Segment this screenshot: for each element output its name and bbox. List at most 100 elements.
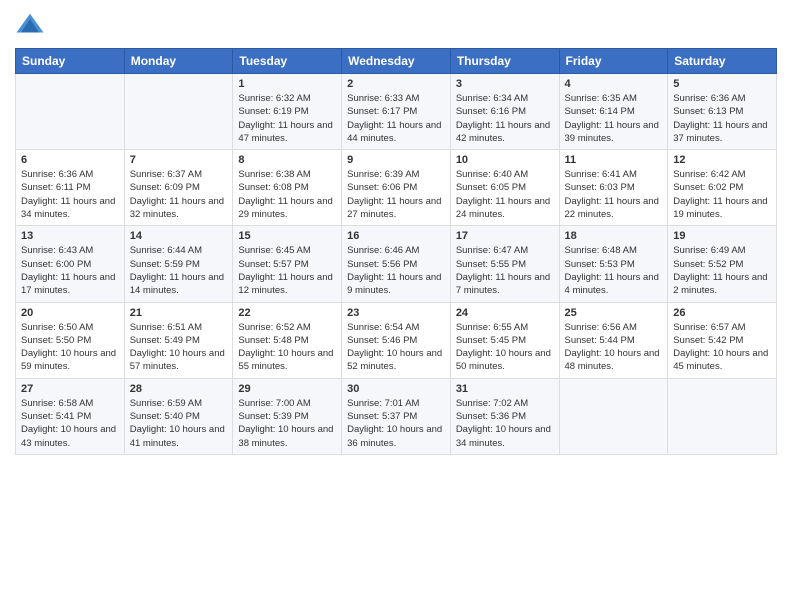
- header-thursday: Thursday: [450, 49, 559, 74]
- day-detail: Sunrise: 7:01 AMSunset: 5:37 PMDaylight:…: [347, 397, 445, 450]
- calendar-cell: 9 Sunrise: 6:39 AMSunset: 6:06 PMDaylight…: [342, 150, 451, 226]
- day-number: 13: [21, 230, 119, 242]
- day-detail: Sunrise: 6:54 AMSunset: 5:46 PMDaylight:…: [347, 321, 445, 374]
- calendar-cell: 19 Sunrise: 6:49 AMSunset: 5:52 PMDayligh…: [668, 226, 777, 302]
- day-number: 18: [565, 230, 663, 242]
- calendar-cell: 18 Sunrise: 6:48 AMSunset: 5:53 PMDayligh…: [559, 226, 668, 302]
- calendar-cell: 14Sunrise: 6:44 AMSunset: 5:59 PMDayligh…: [124, 226, 233, 302]
- day-number: 28: [130, 383, 228, 395]
- calendar-cell: 26 Sunrise: 6:57 AMSunset: 5:42 PMDayligh…: [668, 302, 777, 378]
- day-number: 15: [238, 230, 336, 242]
- day-detail: Sunrise: 6:37 AMSunset: 6:09 PMDaylight:…: [130, 168, 228, 221]
- day-detail: Sunrise: 6:50 AMSunset: 5:50 PMDaylight:…: [21, 321, 119, 374]
- calendar-cell: 17 Sunrise: 6:47 AMSunset: 5:55 PMDayligh…: [450, 226, 559, 302]
- day-detail: Sunrise: 6:59 AMSunset: 5:40 PMDaylight:…: [130, 397, 228, 450]
- day-detail: Sunrise: 6:34 AMSunset: 6:16 PMDaylight:…: [456, 92, 554, 145]
- day-detail: Sunrise: 7:02 AMSunset: 5:36 PMDaylight:…: [456, 397, 554, 450]
- calendar-table: SundayMondayTuesdayWednesdayThursdayFrid…: [15, 48, 777, 455]
- day-detail: Sunrise: 6:33 AMSunset: 6:17 PMDaylight:…: [347, 92, 445, 145]
- day-detail: Sunrise: 6:57 AMSunset: 5:42 PMDaylight:…: [673, 321, 771, 374]
- day-detail: Sunrise: 7:00 AMSunset: 5:39 PMDaylight:…: [238, 397, 336, 450]
- week-row-4: 20 Sunrise: 6:50 AMSunset: 5:50 PMDayligh…: [16, 302, 777, 378]
- day-number: 30: [347, 383, 445, 395]
- day-detail: Sunrise: 6:44 AMSunset: 5:59 PMDaylight:…: [130, 244, 228, 297]
- day-detail: Sunrise: 6:40 AMSunset: 6:05 PMDaylight:…: [456, 168, 554, 221]
- day-number: 17: [456, 230, 554, 242]
- day-detail: Sunrise: 6:47 AMSunset: 5:55 PMDaylight:…: [456, 244, 554, 297]
- calendar-cell: 30 Sunrise: 7:01 AMSunset: 5:37 PMDayligh…: [342, 378, 451, 454]
- day-number: 21: [130, 307, 228, 319]
- day-number: 27: [21, 383, 119, 395]
- day-detail: Sunrise: 6:42 AMSunset: 6:02 PMDaylight:…: [673, 168, 771, 221]
- day-detail: Sunrise: 6:45 AMSunset: 5:57 PMDaylight:…: [238, 244, 336, 297]
- day-detail: Sunrise: 6:49 AMSunset: 5:52 PMDaylight:…: [673, 244, 771, 297]
- day-number: 2: [347, 78, 445, 90]
- week-row-3: 13 Sunrise: 6:43 AMSunset: 6:00 PMDayligh…: [16, 226, 777, 302]
- day-number: 9: [347, 154, 445, 166]
- day-detail: Sunrise: 6:43 AMSunset: 6:00 PMDaylight:…: [21, 244, 119, 297]
- day-number: 24: [456, 307, 554, 319]
- day-number: 26: [673, 307, 771, 319]
- day-number: 7: [130, 154, 228, 166]
- calendar-cell: 10Sunrise: 6:40 AMSunset: 6:05 PMDayligh…: [450, 150, 559, 226]
- day-detail: Sunrise: 6:51 AMSunset: 5:49 PMDaylight:…: [130, 321, 228, 374]
- day-number: 25: [565, 307, 663, 319]
- calendar-cell: 21 Sunrise: 6:51 AMSunset: 5:49 PMDayligh…: [124, 302, 233, 378]
- day-number: 6: [21, 154, 119, 166]
- calendar-cell: 11 Sunrise: 6:41 AMSunset: 6:03 PMDayligh…: [559, 150, 668, 226]
- header-monday: Monday: [124, 49, 233, 74]
- calendar-cell: 28 Sunrise: 6:59 AMSunset: 5:40 PMDayligh…: [124, 378, 233, 454]
- calendar-cell: 23 Sunrise: 6:54 AMSunset: 5:46 PMDayligh…: [342, 302, 451, 378]
- day-detail: Sunrise: 6:38 AMSunset: 6:08 PMDaylight:…: [238, 168, 336, 221]
- header-saturday: Saturday: [668, 49, 777, 74]
- calendar-cell: 7 Sunrise: 6:37 AMSunset: 6:09 PMDaylight…: [124, 150, 233, 226]
- day-detail: Sunrise: 6:41 AMSunset: 6:03 PMDaylight:…: [565, 168, 663, 221]
- day-detail: Sunrise: 6:35 AMSunset: 6:14 PMDaylight:…: [565, 92, 663, 145]
- calendar-cell: 25Sunrise: 6:56 AMSunset: 5:44 PMDayligh…: [559, 302, 668, 378]
- day-detail: Sunrise: 6:36 AMSunset: 6:11 PMDaylight:…: [21, 168, 119, 221]
- calendar-cell: 29 Sunrise: 7:00 AMSunset: 5:39 PMDayligh…: [233, 378, 342, 454]
- day-detail: Sunrise: 6:36 AMSunset: 6:13 PMDaylight:…: [673, 92, 771, 145]
- day-number: 11: [565, 154, 663, 166]
- day-number: 20: [21, 307, 119, 319]
- day-detail: Sunrise: 6:58 AMSunset: 5:41 PMDaylight:…: [21, 397, 119, 450]
- calendar-cell: [559, 378, 668, 454]
- day-detail: Sunrise: 6:39 AMSunset: 6:06 PMDaylight:…: [347, 168, 445, 221]
- calendar-cell: 27 Sunrise: 6:58 AMSunset: 5:41 PMDayligh…: [16, 378, 125, 454]
- header: [15, 10, 777, 40]
- calendar-cell: 22Sunrise: 6:52 AMSunset: 5:48 PMDayligh…: [233, 302, 342, 378]
- day-number: 19: [673, 230, 771, 242]
- header-friday: Friday: [559, 49, 668, 74]
- calendar-cell: 16 Sunrise: 6:46 AMSunset: 5:56 PMDayligh…: [342, 226, 451, 302]
- day-number: 16: [347, 230, 445, 242]
- header-sunday: Sunday: [16, 49, 125, 74]
- calendar-header-row: SundayMondayTuesdayWednesdayThursdayFrid…: [16, 49, 777, 74]
- day-number: 4: [565, 78, 663, 90]
- day-number: 1: [238, 78, 336, 90]
- day-number: 22: [238, 307, 336, 319]
- calendar-cell: 4 Sunrise: 6:35 AMSunset: 6:14 PMDaylight…: [559, 74, 668, 150]
- day-number: 3: [456, 78, 554, 90]
- logo: [15, 10, 47, 40]
- calendar-cell: 8 Sunrise: 6:38 AMSunset: 6:08 PMDaylight…: [233, 150, 342, 226]
- calendar-cell: 3 Sunrise: 6:34 AMSunset: 6:16 PMDaylight…: [450, 74, 559, 150]
- day-detail: Sunrise: 6:48 AMSunset: 5:53 PMDaylight:…: [565, 244, 663, 297]
- day-number: 29: [238, 383, 336, 395]
- calendar-cell: [124, 74, 233, 150]
- week-row-5: 27 Sunrise: 6:58 AMSunset: 5:41 PMDayligh…: [16, 378, 777, 454]
- day-detail: Sunrise: 6:46 AMSunset: 5:56 PMDaylight:…: [347, 244, 445, 297]
- calendar-cell: 2 Sunrise: 6:33 AMSunset: 6:17 PMDaylight…: [342, 74, 451, 150]
- day-detail: Sunrise: 6:32 AMSunset: 6:19 PMDaylight:…: [238, 92, 336, 145]
- calendar-cell: [16, 74, 125, 150]
- day-number: 12: [673, 154, 771, 166]
- day-number: 5: [673, 78, 771, 90]
- day-detail: Sunrise: 6:55 AMSunset: 5:45 PMDaylight:…: [456, 321, 554, 374]
- day-number: 23: [347, 307, 445, 319]
- calendar-cell: 6 Sunrise: 6:36 AMSunset: 6:11 PMDaylight…: [16, 150, 125, 226]
- day-number: 31: [456, 383, 554, 395]
- calendar-cell: 1 Sunrise: 6:32 AMSunset: 6:19 PMDaylight…: [233, 74, 342, 150]
- calendar-cell: 5 Sunrise: 6:36 AMSunset: 6:13 PMDaylight…: [668, 74, 777, 150]
- day-number: 8: [238, 154, 336, 166]
- calendar-cell: [668, 378, 777, 454]
- week-row-1: 1 Sunrise: 6:32 AMSunset: 6:19 PMDaylight…: [16, 74, 777, 150]
